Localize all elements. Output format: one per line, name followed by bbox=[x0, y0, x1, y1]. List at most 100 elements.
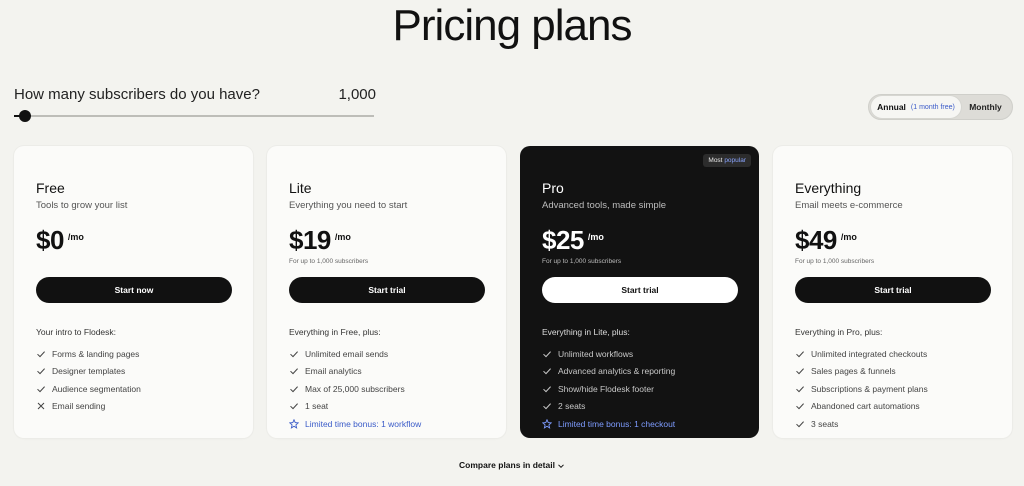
check-icon bbox=[290, 368, 298, 375]
page-title: Pricing plans bbox=[392, 1, 633, 50]
feature-item: 1 seat bbox=[289, 398, 484, 416]
feature-text: Email sending bbox=[52, 401, 106, 412]
plan-card-pro: Most popular Pro Advanced tools, made simp… bbox=[520, 146, 759, 438]
feature-text: Max of 25,000 subscribers bbox=[305, 383, 405, 394]
plan-name: Free bbox=[36, 180, 65, 196]
price-note: For up to 1,000 subscribers bbox=[795, 258, 875, 265]
badge-prefix: Most bbox=[708, 157, 723, 164]
feature-text: Sales pages & funnels bbox=[811, 366, 896, 377]
feature-list: Unlimited workflows Advanced analytics & … bbox=[542, 345, 737, 433]
price-row: $49/mo bbox=[795, 225, 990, 256]
compare-label: Compare plans in detail bbox=[459, 460, 555, 470]
feature-text: Unlimited email sends bbox=[305, 348, 389, 359]
plan-tagline: Email meets e-commerce bbox=[795, 200, 903, 211]
slider-header: How many subscribers do you have? 1,000 bbox=[14, 86, 376, 103]
check-icon bbox=[796, 351, 804, 358]
check-icon bbox=[543, 403, 551, 410]
badge-accent: popular bbox=[724, 157, 746, 164]
feature-text: 2 seats bbox=[558, 401, 586, 412]
feature-item: Sales pages & funnels bbox=[795, 363, 990, 381]
check-icon bbox=[543, 368, 551, 375]
billing-toggle[interactable]: Annual (1 month free) Monthly bbox=[868, 94, 1013, 120]
slider-handle[interactable] bbox=[18, 110, 31, 122]
feature-item: Abandoned cart automations bbox=[795, 398, 990, 416]
plan-name: Everything bbox=[795, 180, 862, 196]
star-icon bbox=[542, 418, 552, 429]
feature-item: Limited time bonus: 1 workflow bbox=[289, 415, 484, 433]
price-period: /mo bbox=[840, 232, 857, 242]
cta-button[interactable]: Start now bbox=[36, 277, 232, 303]
plan-price: $0 bbox=[36, 225, 64, 255]
cta-button[interactable]: Start trial bbox=[795, 277, 991, 303]
feature-text: Forms & landing pages bbox=[52, 348, 140, 359]
feature-item: Subscriptions & payment plans bbox=[795, 380, 990, 398]
plan-card-everything: Everything Email meets e-commerce $49/mo Fo… bbox=[773, 146, 1012, 438]
plan-name: Lite bbox=[289, 180, 312, 196]
feature-intro: Your intro to Flodesk: bbox=[36, 327, 117, 337]
star-icon bbox=[289, 418, 299, 429]
feature-item: Designer templates bbox=[36, 363, 231, 381]
price-period: /mo bbox=[334, 232, 351, 242]
price-period: /mo bbox=[67, 232, 84, 242]
plan-price: $25 bbox=[542, 225, 584, 255]
check-icon bbox=[543, 351, 551, 358]
feature-text: Subscriptions & payment plans bbox=[811, 383, 928, 394]
feature-text: Limited time bonus: 1 checkout bbox=[558, 418, 676, 429]
check-icon bbox=[796, 386, 804, 393]
slider-question: How many subscribers do you have? bbox=[14, 86, 260, 103]
price-row: $0/mo bbox=[36, 225, 231, 256]
check-icon bbox=[290, 403, 298, 410]
annual-label: Annual bbox=[877, 102, 906, 112]
check-icon bbox=[290, 386, 298, 393]
check-icon bbox=[543, 386, 551, 393]
feature-intro: Everything in Lite, plus: bbox=[542, 327, 630, 337]
plan-price: $19 bbox=[289, 225, 331, 255]
price-note bbox=[36, 258, 231, 267]
price-note: For up to 1,000 subscribers bbox=[542, 258, 622, 265]
feature-item: Audience segmentation bbox=[36, 380, 231, 398]
subscriber-slider-block: How many subscribers do you have? 1,000 bbox=[14, 86, 376, 122]
plan-name: Pro bbox=[542, 180, 564, 196]
feature-text: 1 seat bbox=[305, 401, 329, 412]
check-icon bbox=[796, 368, 804, 375]
feature-list: Unlimited email sends Email analytics Max … bbox=[289, 345, 484, 433]
subscriber-slider-track[interactable] bbox=[14, 110, 374, 122]
feature-text: Unlimited workflows bbox=[558, 348, 634, 359]
price-note: For up to 1,000 subscribers bbox=[289, 258, 369, 265]
feature-text: Designer templates bbox=[52, 366, 126, 377]
cta-button[interactable]: Start trial bbox=[289, 277, 485, 303]
check-icon bbox=[290, 351, 298, 358]
feature-text: Show/hide Flodesk footer bbox=[558, 383, 654, 394]
feature-text: Advanced analytics & reporting bbox=[558, 366, 676, 377]
plan-tagline: Tools to grow your list bbox=[36, 200, 128, 211]
plan-tagline: Advanced tools, made simple bbox=[542, 200, 667, 211]
plan-card-free: Free Tools to grow your list $0/mo Start no… bbox=[14, 146, 253, 438]
compare-plans-link[interactable]: Compare plans in detail bbox=[0, 460, 1024, 470]
feature-text: Email analytics bbox=[305, 366, 362, 377]
x-icon bbox=[37, 402, 45, 410]
price-row: $25/mo bbox=[542, 225, 737, 256]
cta-button[interactable]: Start trial bbox=[542, 277, 738, 303]
feature-item: Email sending bbox=[36, 398, 231, 416]
feature-item: Unlimited email sends bbox=[289, 345, 484, 363]
feature-text: Abandoned cart automations bbox=[811, 401, 920, 412]
most-popular-badge: Most popular bbox=[703, 154, 751, 167]
feature-item: 3 seats bbox=[795, 415, 990, 433]
feature-list: Forms & landing pages Designer templates A… bbox=[36, 345, 231, 415]
feature-item: Unlimited workflows bbox=[542, 345, 737, 363]
feature-item: 2 seats bbox=[542, 398, 737, 416]
plan-tagline: Everything you need to start bbox=[289, 200, 408, 211]
toggle-annual[interactable]: Annual (1 month free) bbox=[871, 96, 961, 118]
plan-card-lite: Lite Everything you need to start $19/mo Fo… bbox=[267, 146, 506, 438]
feature-intro: Everything in Free, plus: bbox=[289, 327, 381, 337]
price-period: /mo bbox=[587, 232, 604, 242]
check-icon bbox=[37, 368, 45, 375]
feature-text: Unlimited integrated checkouts bbox=[811, 348, 928, 359]
feature-item: Max of 25,000 subscribers bbox=[289, 380, 484, 398]
toggle-monthly[interactable]: Monthly bbox=[961, 102, 1010, 112]
plan-price: $49 bbox=[795, 225, 837, 255]
chevron-down-icon bbox=[558, 464, 564, 468]
feature-item: Limited time bonus: 1 checkout bbox=[542, 415, 737, 433]
check-icon bbox=[796, 403, 804, 410]
feature-intro: Everything in Pro, plus: bbox=[795, 327, 883, 337]
